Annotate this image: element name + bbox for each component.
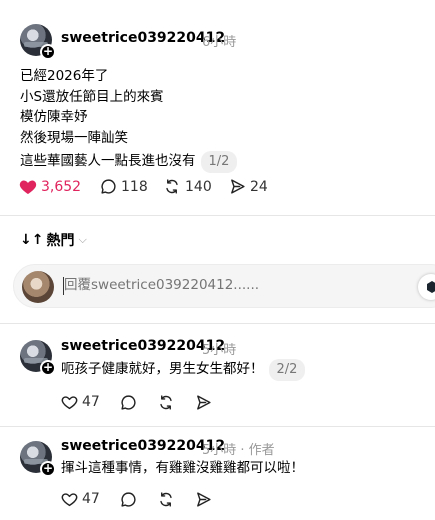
comment-button[interactable] — [120, 491, 137, 508]
comment-count: 118 — [121, 178, 148, 195]
sort-arrows-icon: ↓↑ — [20, 232, 44, 248]
post-time: 6小時 — [202, 35, 237, 50]
send-arrow-icon — [231, 179, 245, 194]
sort-dropdown[interactable]: ↓↑ 熱門 ⌵ — [20, 230, 87, 250]
comment-bubble-icon — [121, 492, 136, 507]
post-body: 已經2026年了 小S還放任節目上的來賓 模仿陳幸妤 然後現場一陣訕笑 這些華國… — [20, 66, 420, 173]
follow-plus-icon[interactable]: + — [40, 360, 56, 376]
heart-icon — [61, 396, 78, 410]
reply-time: 5小時 — [202, 443, 237, 458]
reply-author-avatar[interactable]: + — [20, 340, 56, 376]
like-button[interactable]: 47 — [61, 394, 100, 410]
like-count: 47 — [82, 491, 100, 507]
comment-bubble-icon — [101, 179, 116, 194]
divider — [0, 426, 435, 427]
comment-button[interactable] — [120, 394, 137, 411]
page-indicator: 2/2 — [268, 359, 306, 381]
heart-icon — [61, 493, 78, 507]
follow-plus-icon[interactable]: + — [40, 44, 56, 60]
chevron-down-icon: ⌵ — [78, 233, 87, 246]
reply-time-and-author: 5小時 · 作者 — [202, 439, 275, 458]
reply-body: 呃孩子健康就好，男生女生都好！ 2/2 — [61, 359, 306, 381]
share-button[interactable] — [195, 394, 212, 411]
like-button[interactable]: 47 — [61, 491, 100, 507]
reply-author-avatar[interactable]: + — [20, 441, 56, 477]
author-tag: · 作者 — [240, 443, 275, 458]
reply-text: 揮斗這種事情，有雞雞沒雞雞都可以啦！ — [61, 460, 304, 476]
reply-body: 揮斗這種事情，有雞雞沒雞雞都可以啦！ — [61, 458, 304, 479]
post-author-avatar[interactable]: + — [20, 24, 56, 60]
comment-bubble-icon — [121, 395, 136, 410]
page-indicator: 1/2 — [200, 151, 238, 173]
share-count: 24 — [250, 178, 268, 195]
reply-text: 呃孩子健康就好，男生女生都好！ — [61, 361, 264, 377]
repost-button[interactable] — [157, 394, 175, 411]
like-count: 3,652 — [41, 178, 82, 195]
repost-icon — [166, 179, 178, 194]
post-username[interactable]: sweetrice039220412 — [61, 30, 225, 46]
follow-plus-icon[interactable]: + — [40, 461, 56, 477]
post-line: 模仿陳幸妤 — [20, 109, 88, 125]
comment-button[interactable]: 118 — [100, 178, 148, 195]
repost-count: 140 — [185, 178, 212, 195]
send-arrow-icon — [197, 395, 211, 410]
send-arrow-icon — [197, 492, 211, 507]
reply-username[interactable]: sweetrice039220412 — [61, 338, 225, 354]
share-button[interactable]: 24 — [229, 178, 268, 195]
like-button[interactable]: 3,652 — [19, 178, 81, 195]
reply-username[interactable]: sweetrice039220412 — [61, 438, 225, 454]
repost-button[interactable]: 140 — [163, 178, 212, 195]
share-button[interactable] — [195, 491, 212, 508]
reply-composer[interactable] — [13, 264, 435, 308]
sort-label: 熱門 — [46, 233, 75, 249]
repost-button[interactable] — [157, 491, 175, 508]
heart-filled-icon — [19, 180, 37, 194]
post-line: 小S還放任節目上的來賓 — [20, 88, 164, 105]
post-line: 這些華國藝人一點長進也沒有 — [20, 153, 196, 169]
post-line: 然後現場一陣訕笑 — [20, 129, 128, 146]
repost-icon — [160, 395, 172, 410]
reply-time: 5小時 — [202, 343, 237, 358]
reply-input[interactable] — [64, 277, 364, 293]
like-count: 47 — [82, 394, 100, 410]
repost-icon — [160, 492, 172, 507]
current-user-avatar — [22, 271, 54, 303]
post-line: 已經2026年了 — [20, 68, 109, 84]
divider — [0, 323, 435, 324]
divider — [0, 215, 435, 216]
